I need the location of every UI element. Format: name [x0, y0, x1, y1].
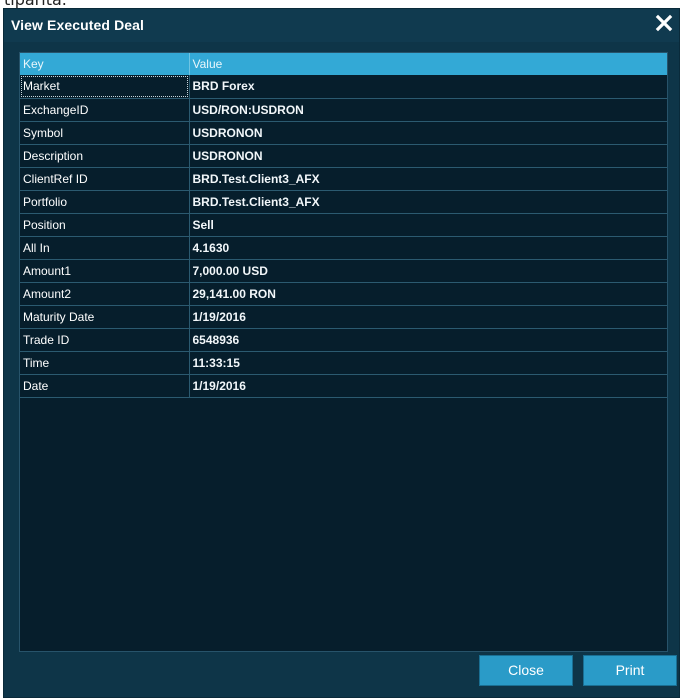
cell-key[interactable]: Description	[20, 144, 190, 168]
cell-value[interactable]: 11:33:15	[189, 351, 667, 375]
table-row[interactable]: Description USDRONON	[20, 144, 667, 168]
table-row[interactable]: Time 11:33:15	[20, 351, 667, 375]
deal-details-grid[interactable]: Key Value Market BRD Forex ExchangeID USD/R…	[19, 52, 668, 652]
close-icon[interactable]	[651, 10, 677, 38]
table-row[interactable]: Symbol USDRONON	[20, 121, 667, 145]
table-row[interactable]: All In 4.1630	[20, 236, 667, 260]
cell-value[interactable]: BRD.Test.Client3_AFX	[189, 190, 667, 214]
background-caption: tipärita.	[0, 0, 682, 8]
column-header-key[interactable]: Key	[20, 53, 190, 75]
close-button[interactable]: Close	[479, 655, 573, 686]
grid-header-row: Key Value	[20, 53, 667, 75]
cell-value[interactable]: 1/19/2016	[189, 305, 667, 329]
table-row[interactable]: Trade ID 6548936	[20, 328, 667, 352]
print-button[interactable]: Print	[583, 655, 677, 686]
table-row[interactable]: Amount2 29,141.00 RON	[20, 282, 667, 306]
table-row[interactable]: Position Sell	[20, 213, 667, 237]
cell-value[interactable]: 6548936	[189, 328, 667, 352]
cell-key[interactable]: Amount2	[20, 282, 190, 306]
cell-key[interactable]: All In	[20, 236, 190, 260]
cell-value[interactable]: Sell	[189, 213, 667, 237]
cell-value[interactable]: BRD Forex	[189, 75, 667, 99]
cell-key[interactable]: Date	[20, 374, 190, 398]
cell-key[interactable]: Amount1	[20, 259, 190, 283]
cell-value[interactable]: BRD.Test.Client3_AFX	[189, 167, 667, 191]
cell-key[interactable]: Trade ID	[20, 328, 190, 352]
dialog-titlebar[interactable]: View Executed Deal	[4, 9, 679, 42]
table-row[interactable]: Maturity Date 1/19/2016	[20, 305, 667, 329]
cell-value[interactable]: 4.1630	[189, 236, 667, 260]
table-row[interactable]: ClientRef ID BRD.Test.Client3_AFX	[20, 167, 667, 191]
table-row[interactable]: Market BRD Forex	[20, 75, 667, 99]
cell-value[interactable]: 1/19/2016	[189, 374, 667, 398]
background-caption-text: tipärita.	[4, 0, 67, 8]
cell-key[interactable]: Maturity Date	[20, 305, 190, 329]
cell-key[interactable]: Symbol	[20, 121, 190, 145]
cell-value[interactable]: USDRONON	[189, 144, 667, 168]
table-row[interactable]: Portfolio BRD.Test.Client3_AFX	[20, 190, 667, 214]
cell-value[interactable]: 7,000.00 USD	[189, 259, 667, 283]
table-row[interactable]: Date 1/19/2016	[20, 374, 667, 398]
table-row[interactable]: ExchangeID USD/RON:USDRON	[20, 98, 667, 122]
table-row[interactable]: Amount1 7,000.00 USD	[20, 259, 667, 283]
deal-details-table: Key Value Market BRD Forex ExchangeID USD/R…	[20, 53, 667, 398]
cell-key[interactable]: Position	[20, 213, 190, 237]
cell-value[interactable]: 29,141.00 RON	[189, 282, 667, 306]
column-header-value[interactable]: Value	[189, 53, 667, 75]
view-executed-deal-dialog: View Executed Deal Key Value Market BRD F…	[3, 8, 680, 698]
cell-key[interactable]: ExchangeID	[20, 98, 190, 122]
cell-key[interactable]: Time	[20, 351, 190, 375]
cell-key[interactable]: ClientRef ID	[20, 167, 190, 191]
dialog-title: View Executed Deal	[11, 17, 145, 33]
cell-value[interactable]: USD/RON:USDRON	[189, 98, 667, 122]
cell-value[interactable]: USDRONON	[189, 121, 667, 145]
cell-key[interactable]: Portfolio	[20, 190, 190, 214]
cell-key[interactable]: Market	[20, 75, 190, 99]
